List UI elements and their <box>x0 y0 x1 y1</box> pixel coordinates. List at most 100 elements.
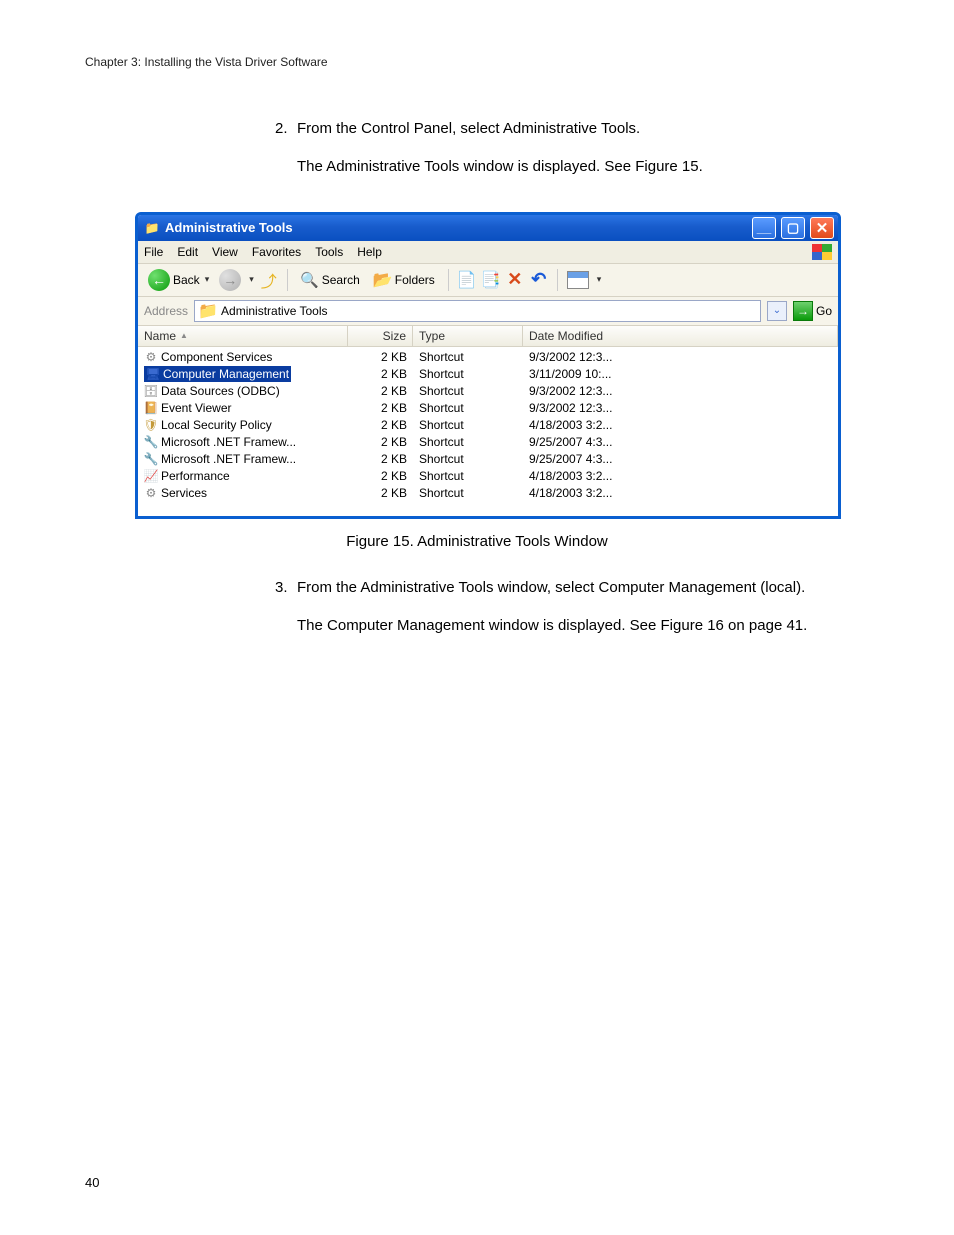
folders-icon: 📂 <box>374 271 392 289</box>
titlebar[interactable]: 📁 Administrative Tools __ ▢ ✕ <box>138 215 838 241</box>
address-value: Administrative Tools <box>221 304 328 318</box>
file-row[interactable]: 🔧Microsoft .NET Framew... 2 KBShortcut9/2… <box>138 434 838 451</box>
col-size[interactable]: Size <box>348 326 413 346</box>
back-label: Back <box>173 273 200 287</box>
file-row[interactable]: 🗄Data Sources (ODBC)2 KBShortcut9/3/2002… <box>138 383 838 400</box>
menu-edit[interactable]: Edit <box>177 245 198 259</box>
search-button[interactable]: 🔍 Search <box>297 269 364 291</box>
copyto-button[interactable]: 📑 <box>482 271 500 289</box>
menu-file[interactable]: File <box>144 245 163 259</box>
menu-help[interactable]: Help <box>357 245 382 259</box>
address-folder-icon: 📁 <box>199 302 217 320</box>
body-text: 2. From the Control Panel, select Admini… <box>275 119 869 196</box>
figure-caption: Figure 15. Administrative Tools Window <box>85 533 869 550</box>
sort-asc-icon: ▲ <box>180 331 188 340</box>
menu-view[interactable]: View <box>212 245 238 259</box>
close-button[interactable]: ✕ <box>810 217 834 239</box>
moveto-button[interactable]: 📄 <box>458 271 476 289</box>
file-type: Shortcut <box>413 350 523 364</box>
search-label: Search <box>322 273 360 287</box>
delete-button[interactable]: ✕ <box>506 271 524 289</box>
step-3-number: 3. <box>275 578 297 655</box>
file-row[interactable]: 📈Performance2 KBShortcut4/18/2003 3:2... <box>138 468 838 485</box>
col-date[interactable]: Date Modified <box>523 326 838 346</box>
folders-button[interactable]: 📂 Folders <box>370 269 439 291</box>
file-icon: 📔 <box>144 401 158 415</box>
file-size: 2 KB <box>348 486 413 500</box>
windows-flag-icon[interactable] <box>812 244 832 260</box>
file-date: 9/25/2007 4:3... <box>523 452 838 466</box>
window-title: Administrative Tools <box>165 220 293 235</box>
step-3-text: From the Administrative Tools window, se… <box>297 578 869 598</box>
file-date: 4/18/2003 3:2... <box>523 418 838 432</box>
file-icon: 🛡 <box>144 418 158 432</box>
menubar: File Edit View Favorites Tools Help <box>138 241 838 264</box>
step-2-sub: The Administrative Tools window is displ… <box>297 157 869 177</box>
views-dropdown-icon[interactable]: ▾ <box>597 274 602 285</box>
file-icon: ⚙ <box>144 350 158 364</box>
file-size: 2 KB <box>348 435 413 449</box>
forward-button[interactable]: → <box>219 269 241 291</box>
back-button[interactable]: ← Back ▾ <box>144 267 213 293</box>
file-row[interactable]: 🖥Computer Management2 KBShortcut3/11/200… <box>138 366 838 383</box>
file-name: Microsoft .NET Framew... <box>161 435 296 449</box>
file-type: Shortcut <box>413 384 523 398</box>
go-label: Go <box>816 304 832 318</box>
address-label: Address <box>144 304 188 318</box>
step-2-text: From the Control Panel, select Administr… <box>297 119 869 139</box>
file-size: 2 KB <box>348 418 413 432</box>
address-dropdown[interactable]: ⌄ <box>767 301 787 321</box>
file-size: 2 KB <box>348 367 413 381</box>
file-size: 2 KB <box>348 401 413 415</box>
back-dropdown-icon[interactable]: ▾ <box>205 274 210 285</box>
file-row[interactable]: 📔Event Viewer 2 KBShortcut9/3/2002 12:3..… <box>138 400 838 417</box>
file-row[interactable]: ⚙Services 2 KBShortcut4/18/2003 3:2... <box>138 485 838 502</box>
column-headers: Name▲ Size Type Date Modified <box>138 326 838 347</box>
chapter-header: Chapter 3: Installing the Vista Driver S… <box>85 55 869 69</box>
back-arrow-icon: ← <box>148 269 170 291</box>
col-type[interactable]: Type <box>413 326 523 346</box>
step-3-sub: The Computer Management window is displa… <box>297 616 869 636</box>
file-row[interactable]: 🛡Local Security Policy2 KBShortcut4/18/2… <box>138 417 838 434</box>
menu-favorites[interactable]: Favorites <box>252 245 301 259</box>
views-button[interactable] <box>567 271 589 289</box>
file-name: Component Services <box>161 350 272 364</box>
file-name: Computer Management <box>163 367 289 381</box>
undo-button[interactable]: ↶ <box>530 271 548 289</box>
up-button[interactable]: ⤴ <box>260 271 278 289</box>
file-row[interactable]: ⚙Component Services2 KBShortcut9/3/2002 … <box>138 349 838 366</box>
forward-dropdown-icon[interactable]: ▾ <box>249 274 254 285</box>
search-icon: 🔍 <box>301 271 319 289</box>
file-date: 9/25/2007 4:3... <box>523 435 838 449</box>
menu-tools[interactable]: Tools <box>315 245 343 259</box>
file-icon: ⚙ <box>144 486 158 500</box>
file-name: Performance <box>161 469 230 483</box>
file-name: Data Sources (ODBC) <box>161 384 280 398</box>
go-icon: → <box>793 301 813 321</box>
folder-icon: 📁 <box>144 220 160 236</box>
file-icon: 🔧 <box>144 435 158 449</box>
file-type: Shortcut <box>413 401 523 415</box>
file-size: 2 KB <box>348 350 413 364</box>
file-size: 2 KB <box>348 469 413 483</box>
file-date: 9/3/2002 12:3... <box>523 401 838 415</box>
file-name: Services <box>161 486 207 500</box>
go-button[interactable]: → Go <box>793 301 832 321</box>
file-icon: 🔧 <box>144 452 158 466</box>
file-date: 4/18/2003 3:2... <box>523 486 838 500</box>
step-2-number: 2. <box>275 119 297 196</box>
col-name[interactable]: Name▲ <box>138 326 348 346</box>
file-name: Event Viewer <box>161 401 231 415</box>
address-field[interactable]: 📁 Administrative Tools <box>194 300 761 322</box>
admin-tools-window: 📁 Administrative Tools __ ▢ ✕ File Edit … <box>135 212 841 519</box>
toolbar: ← Back ▾ → ▾ ⤴ 🔍 Search 📂 Folders 📄 📑 ✕ … <box>138 264 838 297</box>
file-type: Shortcut <box>413 435 523 449</box>
folders-label: Folders <box>395 273 435 287</box>
minimize-button[interactable]: __ <box>752 217 776 239</box>
maximize-button[interactable]: ▢ <box>781 217 805 239</box>
file-icon: 🗄 <box>144 384 158 398</box>
file-size: 2 KB <box>348 384 413 398</box>
file-size: 2 KB <box>348 452 413 466</box>
file-row[interactable]: 🔧Microsoft .NET Framew...2 KBShortcut9/2… <box>138 451 838 468</box>
file-type: Shortcut <box>413 486 523 500</box>
